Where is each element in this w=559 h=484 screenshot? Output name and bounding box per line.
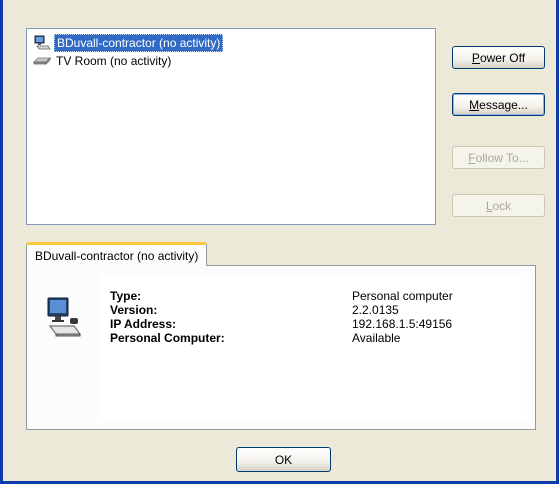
computer-icon (44, 296, 84, 340)
device-list-item-tv-room[interactable]: TV Room (no activity) (33, 52, 173, 70)
device-list-item-label: BDuvall-contractor (no activity) (54, 34, 224, 52)
window-frame-left (0, 0, 3, 484)
personal-computer-value: Available (352, 331, 401, 345)
follow-to-accelerator: F (468, 150, 476, 165)
device-list[interactable]: BDuvall-contractor (no activity) TV Room… (26, 28, 436, 225)
device-list-item-bduvall-contractor[interactable]: BDuvall-contractor (no activity) (33, 34, 224, 52)
device-details-area: Type: Personal computer Version: 2.2.013… (101, 274, 527, 420)
lock-button[interactable]: Lock (452, 194, 545, 217)
ok-button[interactable]: OK (236, 447, 331, 472)
media-device-icon (33, 53, 51, 69)
lock-accelerator: L (485, 198, 493, 213)
version-value: 2.2.0135 (352, 303, 399, 317)
ip-address-label: IP Address: (110, 317, 177, 331)
personal-computer-label: Personal Computer: (110, 331, 225, 345)
power-off-accelerator: P (471, 50, 480, 65)
message-button[interactable]: Message... (452, 93, 545, 116)
type-label: Type: (110, 289, 142, 303)
version-label: Version: (110, 303, 158, 317)
message-accelerator: M (469, 97, 480, 112)
power-off-button[interactable]: Power Off (452, 46, 545, 69)
ip-address-value: 192.168.1.5:49156 (352, 317, 453, 331)
tab-device-details[interactable]: BDuvall-contractor (no activity) (26, 242, 208, 266)
follow-to-button[interactable]: Follow To... (452, 146, 545, 169)
device-list-item-label: TV Room (no activity) (56, 54, 172, 68)
lock-label: ock (492, 198, 512, 213)
power-off-label: ower Off (479, 50, 526, 65)
type-value: Personal computer (352, 289, 453, 303)
computer-icon (33, 35, 51, 51)
follow-to-label: ollow To... (475, 150, 529, 165)
tab-device-details-label: BDuvall-contractor (no activity) (35, 248, 199, 263)
message-label: essage... (479, 97, 528, 112)
